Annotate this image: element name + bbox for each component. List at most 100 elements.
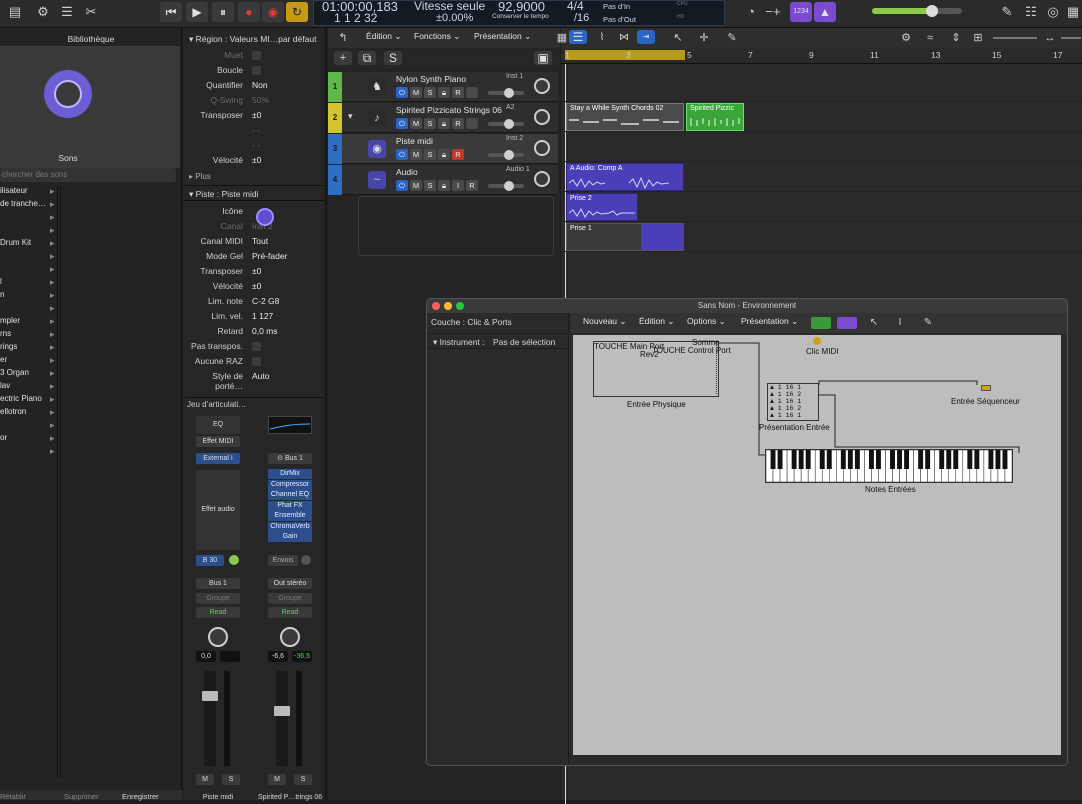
track-header[interactable]: 4 ~ Audio ⏻ M S 🔒︎ I R Audio 1	[328, 165, 558, 195]
track-instrument-icon[interactable]: ◉	[368, 140, 386, 158]
inspector-row[interactable]: Transposer ±0	[183, 266, 326, 281]
lock-icon[interactable]: 🔒︎	[438, 87, 450, 98]
inspector-row[interactable]: Transposer ±0	[183, 110, 326, 125]
record-enable-button[interactable]: R	[452, 149, 464, 160]
inspector-row[interactable]: Lim. vel. 1 127	[183, 311, 326, 326]
minimize-icon[interactable]	[444, 302, 452, 310]
menu-options[interactable]: Options ⌄	[687, 316, 726, 327]
record-button[interactable]: ●	[238, 2, 260, 22]
articulation-header[interactable]: Jeu d’articulati…	[185, 397, 326, 411]
plugin-slot[interactable]: Phat FX	[268, 500, 312, 511]
audio-fx-slot[interactable]: Effet audio	[196, 470, 240, 550]
menu-edit-env[interactable]: Édition ⌄	[639, 316, 674, 327]
param-checkbox[interactable]	[252, 51, 261, 60]
eq-thumbnail[interactable]	[268, 416, 312, 434]
region-pizzicato[interactable]: Spirited Pizzic	[686, 103, 744, 131]
region-synth-chords[interactable]: Stay a While Synth Chords 02	[566, 103, 684, 131]
send-slot[interactable]: B 30	[196, 555, 224, 566]
mute-button[interactable]: M	[410, 180, 422, 191]
track-volume-slider[interactable]	[488, 181, 524, 191]
inspector-row[interactable]: Style de porté… Auto	[183, 371, 326, 391]
power-icon[interactable]: ⏻	[396, 118, 408, 129]
inspector-row[interactable]: Vélocité ±0	[183, 155, 326, 170]
inspector-row[interactable]: Lim. note C-2 G8	[183, 296, 326, 311]
library-item[interactable]: l	[0, 277, 56, 286]
midi-fx-slot[interactable]: Effet MIDI	[196, 436, 240, 447]
track-pan-knob[interactable]	[534, 78, 550, 94]
lock-icon[interactable]: 🔒︎	[438, 149, 450, 160]
settings-icon[interactable]: ⚙	[32, 2, 54, 22]
solo-button[interactable]: S	[424, 87, 436, 98]
param-value[interactable]: ±0	[252, 281, 261, 291]
plugin-slot[interactable]: DirMix	[268, 469, 312, 479]
track-instrument-icon[interactable]: ~	[368, 171, 386, 189]
param-value[interactable]: Auto	[252, 371, 270, 381]
param-value[interactable]: ±0	[252, 155, 261, 165]
param-value[interactable]: - -	[252, 140, 260, 150]
list-icon[interactable]: ☷	[1020, 2, 1042, 22]
region-take-2[interactable]: Prise 2	[566, 193, 638, 221]
power-icon[interactable]: ⏻	[396, 87, 408, 98]
region-take-1[interactable]: Prise 1	[566, 223, 684, 251]
track-header[interactable]: 2 ♪ Spirited Pizzicato Strings 06 ⏻ M S 🔒︎ R A2 ▾	[328, 103, 558, 133]
lock-icon[interactable]: 🔒︎	[438, 180, 450, 191]
track-volume-slider[interactable]	[488, 88, 524, 98]
close-icon[interactable]	[432, 302, 440, 310]
track-pan-knob[interactable]	[534, 109, 550, 125]
plugin-slot[interactable]: ChromaVerb	[268, 521, 312, 532]
inspector-row[interactable]: Vélocité ±0	[183, 281, 326, 296]
rewind-button[interactable]: ⏮	[160, 2, 182, 22]
plugin-slot[interactable]: Compressor	[268, 479, 312, 490]
chevron-down-icon[interactable]: ▾	[348, 111, 353, 122]
count-in-button[interactable]: 1234	[790, 2, 812, 22]
mute-button-right[interactable]: M	[268, 774, 286, 785]
param-checkbox[interactable]	[252, 357, 261, 366]
track-instrument-icon[interactable]: ♪	[368, 109, 386, 127]
send-knob[interactable]	[229, 555, 239, 565]
play-button[interactable]: ▶	[186, 2, 208, 22]
volume-fader-right[interactable]	[274, 671, 290, 766]
param-value[interactable]: ±0	[252, 110, 261, 120]
group-slot-right[interactable]: Groupe	[268, 593, 312, 604]
inspector-row[interactable]: - -	[183, 125, 326, 140]
cycle-button[interactable]: ↻	[286, 2, 308, 22]
solo-button[interactable]: S	[424, 149, 436, 160]
lcd-display[interactable]: 01:00:00,183 1 1 2 32 Vitesse seule ±0.0…	[313, 0, 725, 26]
param-checkbox[interactable]	[252, 342, 261, 351]
inspector-row[interactable]: Canal MIDI Tout	[183, 236, 326, 251]
menu-view-env[interactable]: Présentation ⌄	[741, 316, 798, 327]
input-monitor-button[interactable]	[466, 87, 478, 98]
cycle-region[interactable]	[565, 50, 685, 60]
plugin-slot[interactable]: Channel EQ	[268, 490, 312, 500]
param-value[interactable]: Non	[252, 80, 268, 90]
mute-button[interactable]: M	[196, 774, 214, 785]
browser-icon[interactable]: ▦	[1062, 2, 1082, 22]
automation-read-right[interactable]: Read	[268, 607, 312, 618]
mute-button[interactable]: M	[410, 149, 422, 160]
library-item[interactable]: mpler	[0, 316, 56, 325]
input-monitor-button[interactable]: R	[466, 180, 478, 191]
track-volume-slider[interactable]	[488, 119, 524, 129]
input-slot[interactable]: External I	[196, 453, 240, 464]
library-item[interactable]: rings	[0, 342, 56, 351]
output-slot[interactable]: Bus 1	[196, 578, 240, 589]
global-solo-button[interactable]: S	[384, 51, 402, 65]
loops-icon[interactable]: ◎	[1042, 2, 1064, 22]
power-icon[interactable]: ⏻	[396, 180, 408, 191]
menu-functions[interactable]: Fonctions ⌄	[414, 31, 460, 42]
midi-thru-icon[interactable]	[837, 317, 857, 329]
mixer-icon[interactable]: ☰	[56, 2, 78, 22]
lock-icon[interactable]: 🔒︎	[438, 118, 450, 129]
library-item[interactable]: Drum Kit	[0, 238, 56, 247]
track-name[interactable]: Nylon Synth Piano	[396, 74, 466, 84]
inspector-row[interactable]: Quantifier Non	[183, 80, 326, 95]
menu-new[interactable]: Nouveau ⌄	[583, 316, 627, 327]
metronome-button[interactable]: ▲	[814, 2, 836, 22]
master-volume-slider[interactable]	[872, 5, 962, 17]
group-slot[interactable]: Groupe	[196, 593, 240, 604]
plugin-slot[interactable]: Ensemble	[268, 511, 312, 521]
library-item[interactable]: or	[0, 433, 56, 442]
record-enable-button[interactable]: R	[452, 87, 464, 98]
ruler[interactable]: 1 3 5 7 9 11 13 15 17	[561, 48, 1082, 64]
library-item[interactable]: rns	[0, 329, 56, 338]
